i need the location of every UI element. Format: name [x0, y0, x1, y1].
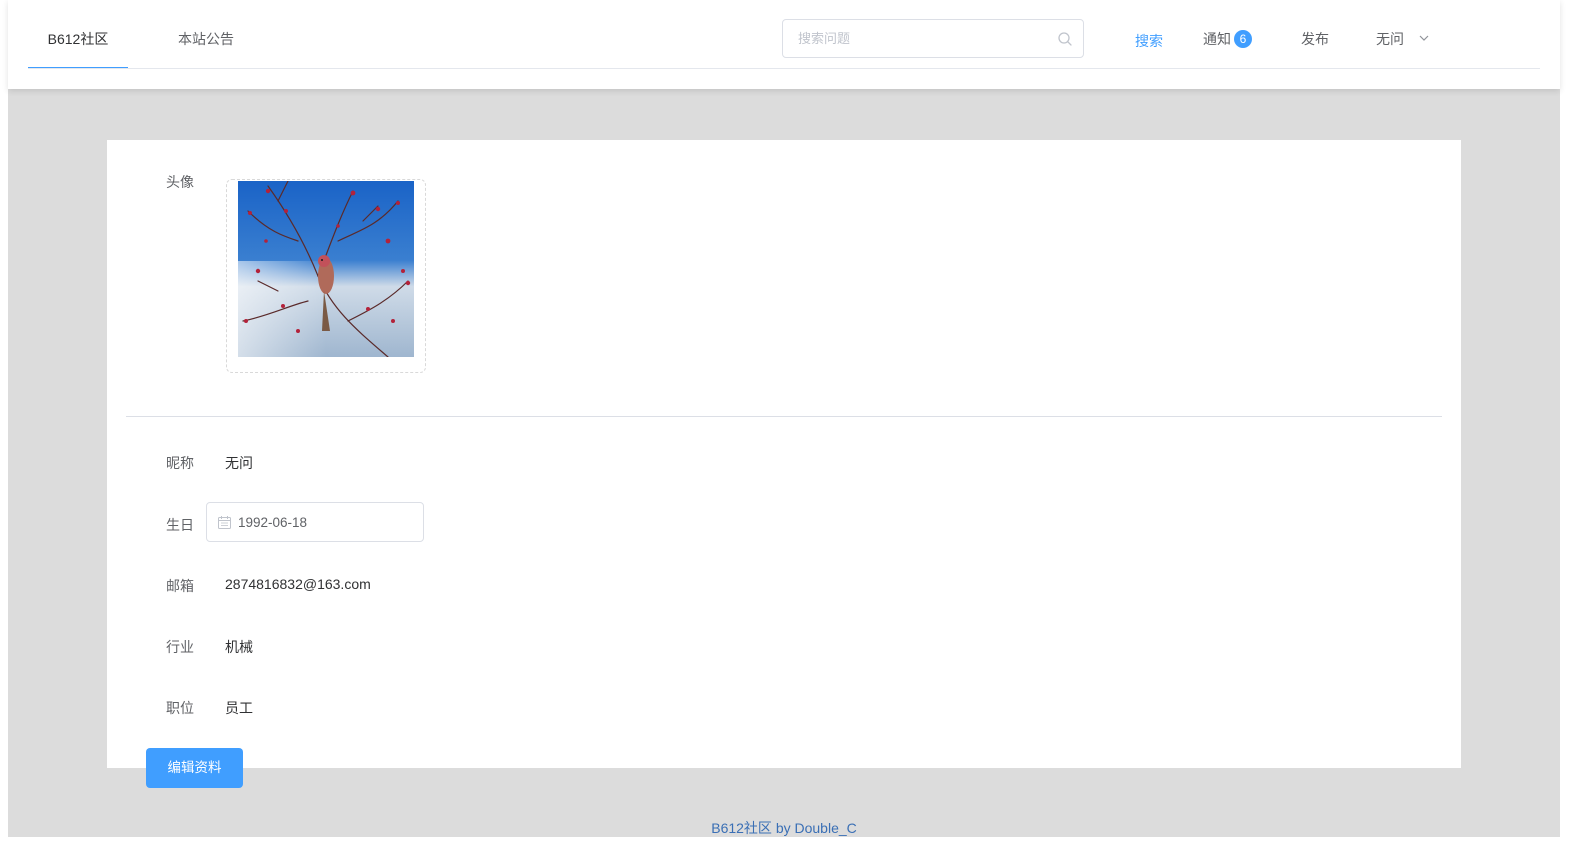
notification-count-badge: 6 [1234, 30, 1252, 49]
tab-home[interactable]: B612社区 [28, 0, 128, 69]
app-root: B612社区 本站公告 搜索 通知6 发布 无问 头像 [8, 0, 1560, 837]
footer-text: B612社区 by Double_C [711, 820, 857, 836]
avatar-uploader[interactable] [226, 179, 426, 373]
chevron-down-icon [1419, 35, 1429, 42]
user-menu[interactable]: 无问 [1376, 0, 1430, 68]
search-button[interactable]: 搜索 [1135, 2, 1163, 70]
publish-menu[interactable]: 发布 [1301, 0, 1329, 68]
calendar-icon [218, 516, 231, 529]
email-label: 邮箱 [166, 578, 194, 594]
search-input[interactable] [783, 20, 1043, 57]
birthday-date-picker[interactable]: 1992-06-18 [206, 502, 424, 542]
notifications-label: 通知 [1203, 31, 1231, 47]
position-label: 职位 [166, 700, 194, 716]
industry-label: 行业 [166, 639, 194, 655]
nickname-value: 无问 [225, 455, 253, 471]
notifications-menu[interactable]: 通知 6 [1203, 0, 1252, 68]
search-icon[interactable] [1057, 31, 1073, 47]
avatar-label: 头像 [166, 174, 194, 190]
birthday-value: 1992-06-18 [238, 515, 308, 530]
nickname-label: 昵称 [166, 455, 194, 471]
edit-profile-button[interactable]: 编辑资料 [146, 748, 243, 788]
avatar-image [238, 181, 414, 357]
email-value: 2874816832@163.com [225, 576, 371, 592]
search-box [782, 19, 1084, 58]
section-divider [126, 416, 1442, 417]
industry-value: 机械 [225, 639, 253, 655]
navbar-divider [28, 68, 1540, 69]
user-name: 无问 [1376, 31, 1404, 47]
birthday-label: 生日 [166, 517, 194, 533]
profile-card: 头像 昵称 无问 生日 1992-06-18 邮箱 2874816832@163… [107, 140, 1461, 788]
top-navbar: B612社区 本站公告 搜索 通知6 发布 无问 [8, 0, 1560, 89]
position-value: 员工 [225, 700, 253, 716]
tab-announcements[interactable]: 本站公告 [158, 0, 254, 68]
